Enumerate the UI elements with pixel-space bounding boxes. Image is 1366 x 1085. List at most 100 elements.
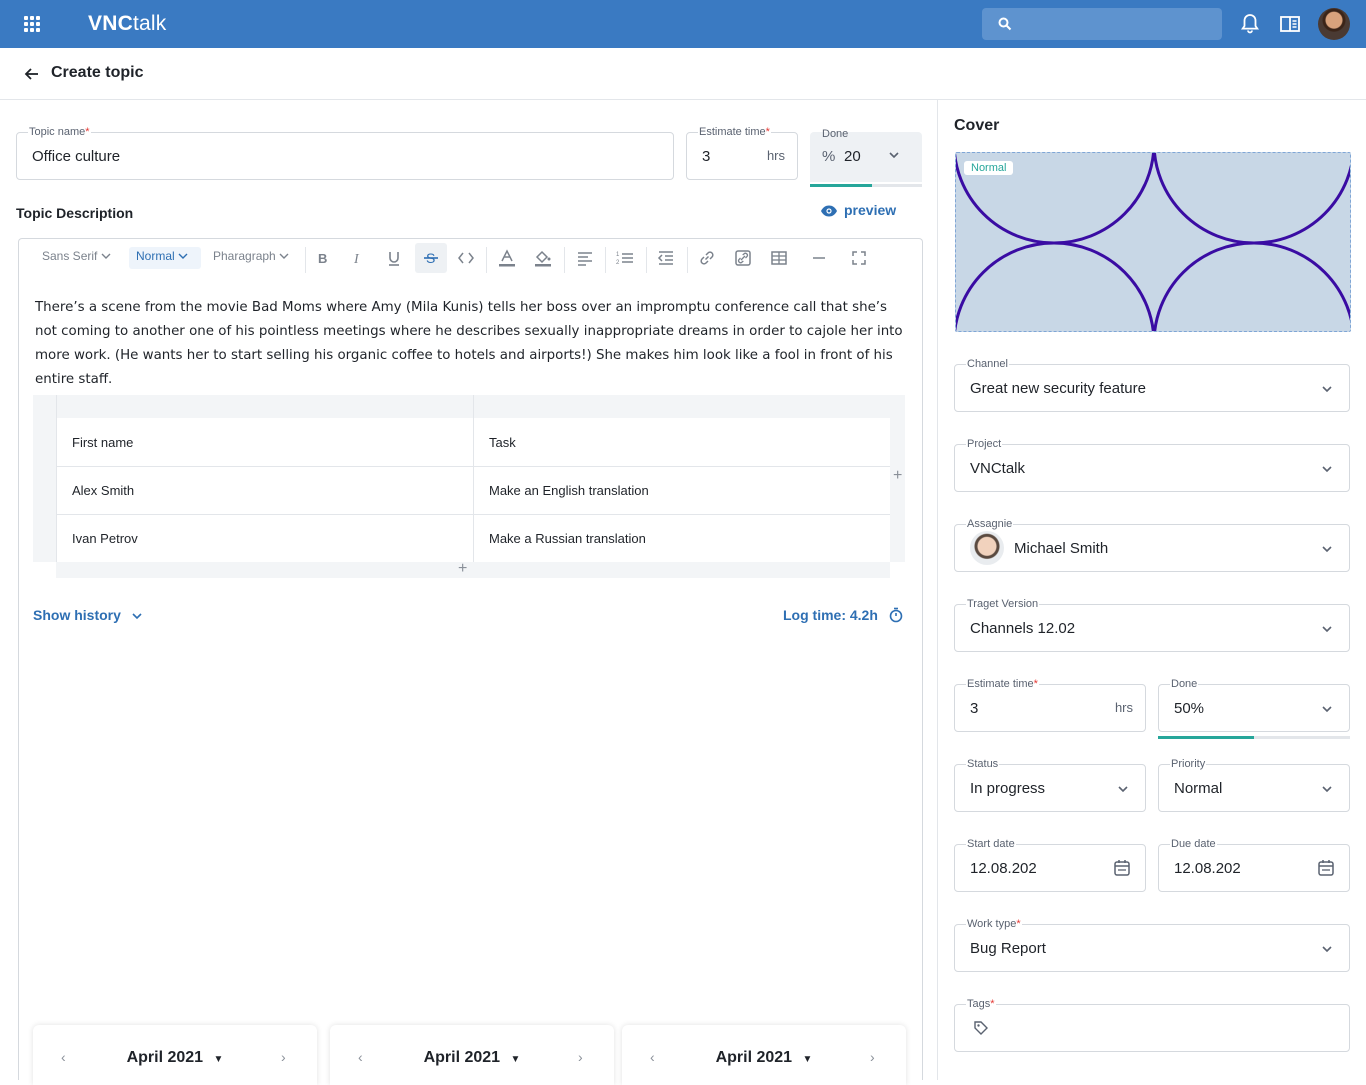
calendar-month[interactable]: April 2021 ▼ [33,1049,317,1067]
side-done-select[interactable]: Done 50% [1158,678,1350,732]
chevron-down-icon [1322,786,1332,793]
svg-text:I: I [353,252,360,267]
back-arrow-icon[interactable] [24,66,40,82]
description-text[interactable]: There’s a scene from the movie Bad Moms … [35,296,905,392]
app-logo[interactable]: VNCtalk [88,12,166,36]
show-history-button[interactable]: Show history [33,607,143,623]
side-done-label: Done [1170,678,1199,690]
project-select[interactable]: Project VNCtalk [954,438,1350,492]
panel-divider [937,100,938,1080]
link-icon[interactable] [698,249,716,267]
unlink-icon[interactable] [734,249,752,267]
italic-icon[interactable]: I [349,249,367,267]
assignee-label: Assagnie [966,518,1014,530]
table-cell[interactable]: Task [489,435,516,450]
tags-input[interactable]: Tags* [954,998,1350,1052]
topic-name-field[interactable]: Topic name* Office culture [16,126,674,180]
search-input[interactable] [982,8,1222,40]
font-family-select[interactable]: Sans Serif [42,249,111,263]
table-cell[interactable]: Make a Russian translation [489,531,646,546]
table-cell[interactable]: Alex Smith [72,483,134,498]
project-value: VNCtalk [970,460,1026,477]
cover-image[interactable]: Normal [955,152,1351,332]
editor-toolbar: Sans Serif Normal Pharagraph B I S 12 [19,239,924,279]
log-time-button[interactable]: Log time: 4.2h [783,607,904,623]
fill-color-icon[interactable] [534,249,552,267]
required-mark: * [990,998,995,1010]
chevron-down-icon [1322,546,1332,553]
preview-label: preview [844,202,897,218]
required-mark: * [765,126,770,138]
chevron-down-icon [1322,386,1332,393]
toolbar-separator [305,247,306,273]
done-progress-fill [810,184,872,187]
user-avatar[interactable] [1318,8,1350,40]
table-cell[interactable]: Make an English translation [489,483,649,498]
tag-icon [974,1021,988,1035]
done-value: 20 [844,148,861,165]
done-select[interactable]: Done % 20 [810,128,922,182]
assignee-select[interactable]: Assagnie Michael Smith [954,518,1350,572]
rich-text-editor[interactable]: Sans Serif Normal Pharagraph B I S 12 Th… [18,238,924,1085]
block-format-select[interactable]: Pharagraph [213,249,289,263]
add-row-icon[interactable]: + [458,560,467,578]
toolbar-separator [486,247,487,273]
log-time-label: Log time: 4.2h [783,607,878,623]
calendar-picker[interactable]: ‹ April 2021 ▼ › [622,1025,906,1085]
table-cell[interactable]: Ivan Petrov [72,531,138,546]
target-version-select[interactable]: Traget Version Channels 12.02 [954,598,1350,652]
start-date-field[interactable]: Start date 12.08.202 [954,838,1146,892]
toolbar-separator [646,247,647,273]
due-date-field[interactable]: Due date 12.08.202 [1158,838,1350,892]
calendar-month[interactable]: April 2021 ▼ [622,1049,906,1067]
status-select[interactable]: Status In progress [954,758,1146,812]
next-month-icon[interactable]: › [281,1049,286,1065]
caret-down-icon: ▼ [802,1054,813,1065]
font-size-select[interactable]: Normal [136,249,188,263]
percent-prefix: % [822,148,836,165]
work-type-select[interactable]: Work type* Bug Report [954,918,1350,972]
calendar-month-label: April 2021 [715,1049,793,1066]
next-month-icon[interactable]: › [578,1049,583,1065]
calendar-picker[interactable]: ‹ April 2021 ▼ › [33,1025,317,1085]
calendar-picker[interactable]: ‹ April 2021 ▼ › [330,1025,614,1085]
chevron-down-icon [1118,786,1128,793]
priority-select[interactable]: Priority Normal [1158,758,1350,812]
chevron-down-icon [178,253,188,259]
work-type-label: Work type [967,918,1017,930]
calendar-month[interactable]: April 2021 ▼ [330,1049,614,1067]
outdent-icon[interactable] [657,249,675,267]
side-estimate-time-field[interactable]: Estimate time* 3 hrs [954,678,1146,732]
channel-label: Channel [966,358,1009,370]
calendar-icon[interactable] [1317,859,1335,877]
target-version-value: Channels 12.02 [970,620,1076,637]
start-date-label: Start date [966,838,1016,850]
numbered-list-icon[interactable]: 12 [616,249,634,267]
channel-select[interactable]: Channel Great new security feature [954,358,1350,412]
code-icon[interactable] [457,249,475,267]
sidebar-panel-icon[interactable] [1278,12,1302,36]
next-month-icon[interactable]: › [870,1049,875,1065]
fullscreen-icon[interactable] [850,249,868,267]
add-column-icon[interactable]: + [893,467,902,485]
topic-name-value: Office culture [32,148,121,165]
text-color-icon[interactable] [498,249,516,267]
table-icon[interactable] [770,249,788,267]
estimate-time-field[interactable]: Estimate time* 3 hrs [686,126,798,180]
cover-pattern [956,153,1350,331]
calendar-icon[interactable] [1113,859,1131,877]
svg-text:1: 1 [616,252,620,258]
strikethrough-icon[interactable]: S [422,249,440,267]
horizontal-rule-icon[interactable] [810,249,828,267]
chevron-down-icon [101,253,111,259]
page-title: Create topic [51,64,144,81]
underline-icon[interactable] [385,249,403,267]
top-bar: VNCtalk [0,0,1366,48]
start-date-value: 12.08.202 [970,860,1037,877]
preview-button[interactable]: preview [820,202,896,218]
bell-icon[interactable] [1238,12,1262,36]
bold-icon[interactable]: B [313,249,331,267]
table-cell[interactable]: First name [72,435,133,450]
apps-grid-icon[interactable] [24,16,40,32]
align-left-icon[interactable] [576,249,594,267]
